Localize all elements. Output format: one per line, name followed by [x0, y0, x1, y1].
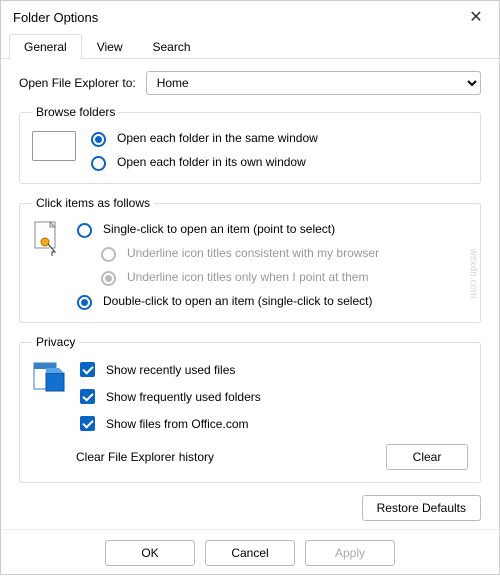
underline-point-label: Underline icon titles only when I point … — [127, 270, 368, 284]
ok-button[interactable]: OK — [105, 540, 195, 566]
clear-history-label: Clear File Explorer history — [76, 450, 214, 464]
same-window-option[interactable]: Open each folder in the same window — [86, 129, 468, 147]
window-title: Folder Options — [13, 10, 98, 25]
watermark: wsxdn.com — [467, 248, 478, 298]
privacy-group: Privacy Show recently used files Show f — [19, 335, 481, 483]
office-files-label: Show files from Office.com — [106, 417, 249, 431]
click-document-icon — [32, 220, 62, 256]
click-items-group: Click items as follows Single-click to o… — [19, 196, 481, 323]
browse-folders-legend: Browse folders — [32, 105, 119, 119]
browse-folders-group: Browse folders Open each folder in the s… — [19, 105, 481, 184]
dialog-footer: OK Cancel Apply — [1, 529, 499, 580]
recent-files-option[interactable]: Show recently used files — [76, 359, 468, 380]
open-explorer-row: Open File Explorer to: Home — [19, 71, 481, 95]
office-files-check[interactable] — [80, 416, 95, 431]
same-window-label: Open each folder in the same window — [117, 131, 318, 145]
open-explorer-label: Open File Explorer to: — [19, 76, 136, 90]
apply-button[interactable]: Apply — [305, 540, 395, 566]
click-items-legend: Click items as follows — [32, 196, 154, 210]
double-click-label: Double-click to open an item (single-cli… — [103, 294, 372, 308]
tab-view[interactable]: View — [82, 34, 138, 59]
own-window-radio[interactable] — [91, 156, 106, 171]
underline-browser-option: Underline icon titles consistent with my… — [96, 244, 468, 262]
single-click-radio[interactable] — [77, 223, 92, 238]
open-explorer-select[interactable]: Home — [146, 71, 481, 95]
privacy-legend: Privacy — [32, 335, 79, 349]
frequent-folders-label: Show frequently used folders — [106, 390, 261, 404]
recent-files-label: Show recently used files — [106, 363, 235, 377]
underline-browser-radio — [101, 247, 116, 262]
frequent-folders-option[interactable]: Show frequently used folders — [76, 386, 468, 407]
dialog-body: Open File Explorer to: Home Browse folde… — [1, 59, 499, 529]
underline-point-radio — [101, 271, 116, 286]
folder-window-icon — [32, 131, 76, 161]
privacy-history-icon — [32, 359, 66, 393]
office-files-option[interactable]: Show files from Office.com — [76, 413, 468, 434]
recent-files-check[interactable] — [80, 362, 95, 377]
folder-options-dialog: Folder Options ✕ General View Search Ope… — [0, 0, 500, 575]
single-click-label: Single-click to open an item (point to s… — [103, 222, 335, 236]
underline-point-option: Underline icon titles only when I point … — [96, 268, 468, 286]
tab-search[interactable]: Search — [138, 34, 206, 59]
double-click-radio[interactable] — [77, 295, 92, 310]
single-click-option[interactable]: Single-click to open an item (point to s… — [72, 220, 468, 238]
own-window-label: Open each folder in its own window — [117, 155, 306, 169]
clear-button[interactable]: Clear — [386, 444, 468, 470]
restore-defaults-button[interactable]: Restore Defaults — [362, 495, 481, 521]
underline-browser-label: Underline icon titles consistent with my… — [127, 246, 379, 260]
tab-general[interactable]: General — [9, 34, 82, 59]
double-click-option[interactable]: Double-click to open an item (single-cli… — [72, 292, 468, 310]
close-icon[interactable]: ✕ — [461, 7, 491, 27]
frequent-folders-check[interactable] — [80, 389, 95, 404]
own-window-option[interactable]: Open each folder in its own window — [86, 153, 468, 171]
same-window-radio[interactable] — [91, 132, 106, 147]
tab-bar: General View Search — [1, 33, 499, 59]
titlebar: Folder Options ✕ — [1, 1, 499, 33]
cancel-button[interactable]: Cancel — [205, 540, 295, 566]
